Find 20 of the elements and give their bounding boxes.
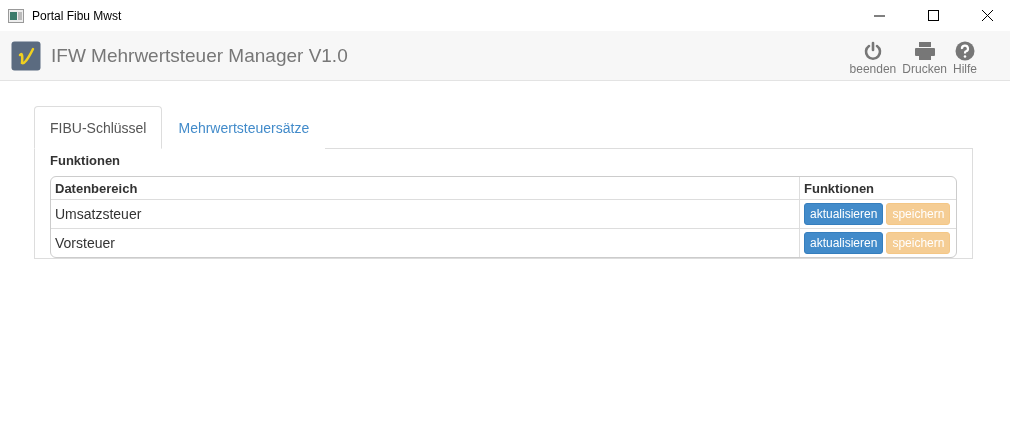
tab[interactable]: FIBU-Schlüssel — [34, 106, 163, 149]
help-button[interactable]: Hilfe — [950, 41, 980, 76]
quit-button[interactable]: beenden — [846, 41, 900, 76]
column-header: Datenbereich — [54, 179, 139, 198]
app-icon — [8, 8, 24, 23]
power-icon — [862, 41, 883, 61]
help-icon — [955, 41, 975, 61]
window-title: Portal Fibu Mwst — [32, 8, 123, 23]
update-button[interactable]: aktualisieren — [804, 203, 884, 225]
printer-icon — [913, 41, 936, 61]
table-cell: Umsatzsteuer — [51, 199, 799, 228]
maximize-icon — [927, 10, 939, 21]
print-button[interactable]: Drucken — [899, 41, 950, 76]
close-icon — [981, 10, 993, 21]
column-header: Funktionen — [799, 177, 956, 199]
section-title: Funktionen — [50, 152, 122, 170]
table-cell: Vorsteuer — [51, 228, 799, 257]
app-title: IFW Mehrwertsteuer Manager V1.0 — [51, 44, 349, 67]
update-button[interactable]: aktualisieren — [804, 232, 884, 254]
logo-icon — [11, 40, 41, 71]
